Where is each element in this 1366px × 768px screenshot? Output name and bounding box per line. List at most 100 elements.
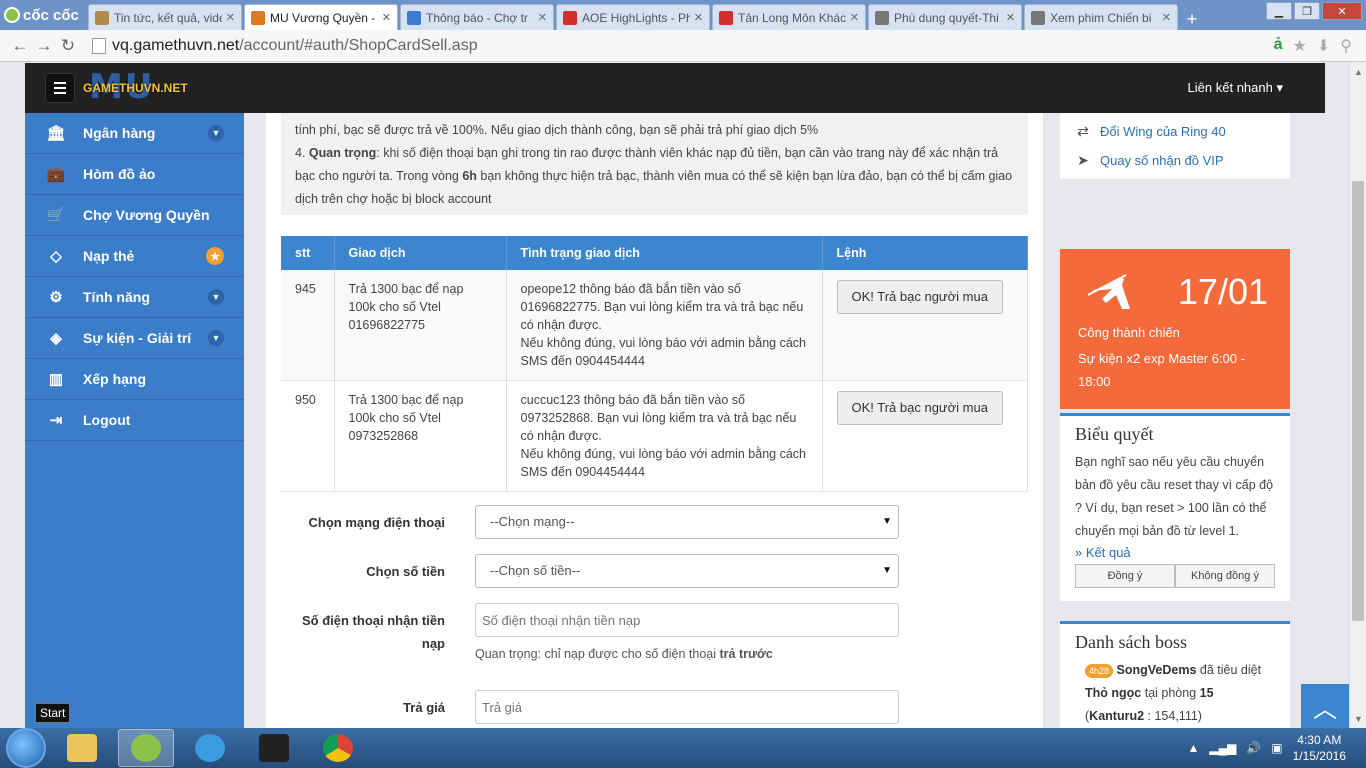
close-tab-icon[interactable]: ✕ bbox=[1006, 11, 1015, 24]
url-path: /account/#auth/ShopCardSell.asp bbox=[239, 36, 478, 54]
amount-select[interactable]: --Chọn số tiền-- ▼ bbox=[475, 554, 899, 588]
poll-title: Biểu quyết bbox=[1075, 424, 1154, 444]
sidebar-item-label: Hòm đồ ảo bbox=[83, 166, 156, 182]
url-field[interactable]: vq.gamethuvn.net/account/#auth/ShopCardS… bbox=[92, 37, 1274, 55]
chart-icon: ▥ bbox=[48, 371, 64, 388]
browser-tab[interactable]: Tân Long Môn Khác ✕ bbox=[712, 4, 866, 30]
poll-question: Bạn nghĩ sao nếu yêu cầu chuyển bản đồ y… bbox=[1075, 455, 1274, 538]
poll-results-link[interactable]: » Kết quả bbox=[1075, 545, 1275, 560]
download-icon[interactable]: ⬇ bbox=[1317, 36, 1330, 56]
sidebar-item[interactable]: ◇ Nạp thẻ ★ bbox=[25, 236, 244, 277]
transactions-table: stt Giao dịch Tình trạng giao dịch Lệnh … bbox=[281, 236, 1028, 492]
close-tab-icon[interactable]: ✕ bbox=[382, 11, 391, 24]
volume-icon[interactable]: 🔊 bbox=[1246, 741, 1261, 755]
tab-title: Phù dung quyết-Thi bbox=[894, 10, 999, 25]
notice-line-1: tính phí, bạc sẽ được trả về 100%. Nếu g… bbox=[295, 123, 819, 137]
caret-down-icon: ▼ bbox=[882, 516, 892, 527]
close-window-icon[interactable]: ✕ bbox=[1322, 2, 1362, 20]
event-desc: Sự kiện x2 exp Master 6:00 - 18:00 bbox=[1078, 351, 1245, 389]
notice-line-2: 4. Quan trọng: khi số điện thoại bạn ghi… bbox=[295, 146, 1013, 206]
feature-links: ⇄ Đổi Wing của Ring 40 ➤ Quay số nhận đồ VI… bbox=[1060, 113, 1290, 179]
windows-start-button[interactable] bbox=[6, 728, 46, 768]
translate-icon[interactable]: ả bbox=[1274, 36, 1283, 56]
site-logo[interactable]: MU GAMETHUVN.NET bbox=[83, 67, 188, 107]
close-tab-icon[interactable]: ✕ bbox=[694, 11, 703, 24]
sidebar-item[interactable]: ⚙ Tính năng ▼ bbox=[25, 277, 244, 318]
sidebar-item[interactable]: 🛒 Chợ Vương Quyền bbox=[25, 195, 244, 236]
taskbar-game[interactable] bbox=[246, 729, 302, 767]
address-bar: ← → ↻ vq.gamethuvn.net/account/#auth/Sho… bbox=[0, 30, 1366, 62]
feature-link[interactable]: ➤ Quay số nhận đồ VIP bbox=[1074, 146, 1276, 175]
phone-input[interactable] bbox=[475, 603, 899, 637]
col-status: Tình trạng giao dịch bbox=[506, 236, 823, 270]
close-tab-icon[interactable]: ✕ bbox=[538, 11, 547, 24]
taskbar-chrome[interactable] bbox=[310, 729, 366, 767]
clock[interactable]: 4:30 AM 1/15/2016 bbox=[1293, 732, 1346, 764]
boss-list-item: 4h28 SongVeDems đã tiêu diệt Thỏ ngọc tạ… bbox=[1075, 659, 1275, 728]
main-content: tính phí, bạc sẽ được trả về 100%. Nếu g… bbox=[266, 113, 1043, 728]
price-input[interactable] bbox=[475, 690, 899, 724]
cell-status: opeope12 thông báo đã bắn tiền vào số 01… bbox=[506, 270, 823, 381]
sidebar-item[interactable]: 💼 Hòm đồ ảo bbox=[25, 154, 244, 195]
signal-icon[interactable]: ▂▄▆ bbox=[1209, 741, 1236, 755]
chrome-icon bbox=[323, 734, 353, 762]
notice-box: tính phí, bạc sẽ được trả về 100%. Nếu g… bbox=[281, 113, 1028, 215]
cart-icon: 🛒 bbox=[46, 207, 66, 224]
browser-tab[interactable]: Tin tức, kết quả, vide ✕ bbox=[88, 4, 242, 30]
favicon-icon bbox=[719, 10, 733, 25]
sidebar: 🏛 Ngân hàng ▼ 💼 Hòm đồ ảo 🛒 Chợ Vương Quyền ◇ Nạ… bbox=[25, 113, 244, 728]
page-icon bbox=[92, 37, 106, 54]
suitcase-icon: 💼 bbox=[46, 166, 66, 183]
browser-tab[interactable]: Xem phim Chiến bi ✕ bbox=[1024, 4, 1178, 30]
window-controls: ▁ ❐ ✕ bbox=[1266, 2, 1362, 20]
browser-logo[interactable]: cốc cốc bbox=[0, 0, 88, 30]
browser-tab[interactable]: AOE HighLights - Ph ✕ bbox=[556, 4, 710, 30]
tray-arrow-icon[interactable]: ▲ bbox=[1187, 741, 1199, 755]
browser-tab[interactable]: MU Vương Quyền - ✕ bbox=[244, 4, 398, 30]
reload-icon[interactable]: ↻ bbox=[56, 36, 80, 56]
quick-links-dropdown[interactable]: Liên kết nhanh ▾ bbox=[1188, 80, 1283, 96]
minimize-icon[interactable]: ▁ bbox=[1266, 2, 1292, 20]
taskbar-coccoc[interactable] bbox=[118, 729, 174, 767]
close-tab-icon[interactable]: ✕ bbox=[1162, 11, 1171, 24]
boss-list-title: Danh sách boss bbox=[1075, 632, 1187, 652]
table-row: 945 Trả 1300 bạc để nạp 100k cho số Vtel… bbox=[281, 270, 1028, 381]
disagree-button[interactable]: Không đồng ý bbox=[1175, 564, 1275, 588]
forward-icon[interactable]: → bbox=[32, 36, 56, 56]
amount-label: Chọn số tiền bbox=[366, 564, 445, 579]
sidebar-item-label: Tính năng bbox=[83, 289, 150, 305]
close-tab-icon[interactable]: ✕ bbox=[850, 11, 859, 24]
star-bookmark-icon[interactable]: ★ bbox=[1293, 36, 1307, 56]
tab-title: Tân Long Môn Khác bbox=[738, 10, 846, 25]
sidebar-item[interactable]: ⇥ Logout bbox=[25, 400, 244, 441]
coccoc-icon bbox=[131, 734, 161, 762]
taskbar-ie[interactable] bbox=[182, 729, 238, 767]
favicon-icon bbox=[563, 10, 577, 25]
caret-down-icon: ▾ bbox=[1276, 80, 1283, 95]
feature-link-label: Đổi Wing của Ring 40 bbox=[1100, 124, 1226, 139]
agree-button[interactable]: Đồng ý bbox=[1075, 564, 1175, 588]
confirm-pay-button[interactable]: OK! Trả bạc người mua bbox=[836, 280, 1003, 314]
sidebar-item[interactable]: 🏛 Ngân hàng ▼ bbox=[25, 113, 244, 154]
sidebar-item[interactable]: ◈ Sự kiện - Giải trí ▼ bbox=[25, 318, 244, 359]
maximize-icon[interactable]: ❐ bbox=[1294, 2, 1320, 20]
confirm-pay-button[interactable]: OK! Trả bạc người mua bbox=[836, 391, 1003, 425]
sidebar-item[interactable]: ▥ Xếp hạng bbox=[25, 359, 244, 400]
browser-tab[interactable]: Thông báo - Chợ tr ✕ bbox=[400, 4, 554, 30]
close-tab-icon[interactable]: ✕ bbox=[226, 11, 235, 24]
taskbar-explorer[interactable] bbox=[54, 729, 110, 767]
event-date: 17/01 bbox=[1177, 271, 1268, 312]
warrior-icon bbox=[1087, 274, 1130, 309]
menu-icon[interactable]: ⚲ bbox=[1340, 36, 1352, 56]
network-select[interactable]: --Chọn mạng-- ▼ bbox=[475, 505, 899, 539]
tab-title: Thông báo - Chợ tr bbox=[426, 10, 528, 25]
scroll-to-top-button[interactable]: ︿ bbox=[1301, 684, 1349, 728]
feature-link[interactable]: ⇄ Đổi Wing của Ring 40 bbox=[1074, 117, 1276, 146]
new-tab-button[interactable]: + bbox=[1180, 8, 1204, 30]
url-domain: vq.gamethuvn.net bbox=[112, 36, 240, 54]
hamburger-menu-icon[interactable] bbox=[45, 73, 75, 103]
network-icon[interactable]: ▣ bbox=[1271, 741, 1282, 755]
back-icon[interactable]: ← bbox=[8, 36, 32, 56]
browser-tab[interactable]: Phù dung quyết-Thi ✕ bbox=[868, 4, 1022, 30]
page-scrollbar[interactable]: ▲ ▼ bbox=[1349, 63, 1366, 728]
